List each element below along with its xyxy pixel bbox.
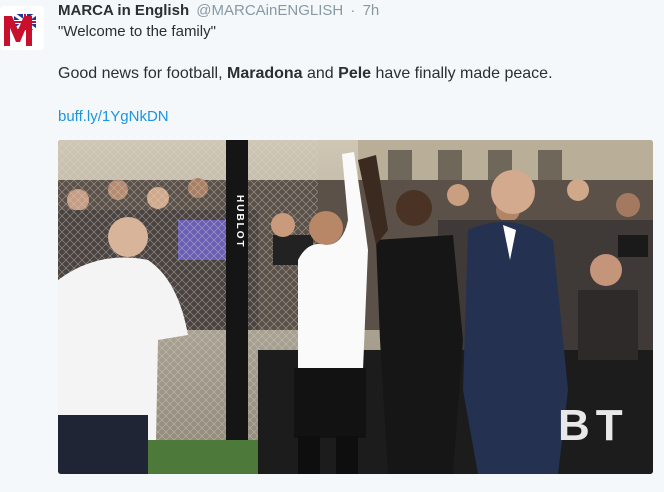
author-name[interactable]: MARCA in English — [58, 2, 189, 19]
tweet-text-part: have finally made peace. — [371, 65, 553, 82]
avatar[interactable] — [0, 6, 44, 50]
marca-logo-icon — [0, 6, 44, 50]
tweet-text-part: Good news for football, — [58, 65, 227, 82]
hublot-post-text: HUBLOT — [234, 195, 245, 249]
banner-text: BT — [558, 401, 629, 450]
tweet-text: Good news for football, Maradona and Pel… — [58, 64, 553, 84]
timestamp[interactable]: 7h — [363, 2, 380, 19]
tweet-quote: "Welcome to the family" — [58, 23, 216, 40]
tweet-text-part: and — [302, 65, 339, 82]
photo-image: HUBLOT BT — [58, 140, 653, 474]
tweet-photo[interactable]: HUBLOT BT — [58, 140, 653, 474]
tweet-link[interactable]: buff.ly/1YgNkDN — [58, 107, 169, 127]
mention-maradona: Maradona — [226, 65, 303, 82]
author-handle[interactable]: @MARCAinENGLISH — [196, 2, 343, 19]
tweet-header: MARCA in English @MARCAinENGLISH · 7h — [58, 2, 379, 20]
mention-pele: Pele — [338, 65, 372, 82]
separator: · — [350, 2, 356, 19]
